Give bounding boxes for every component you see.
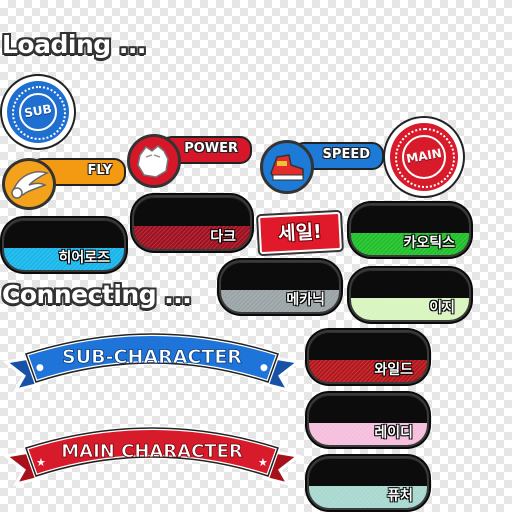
connecting-text: Connecting ... [2, 280, 192, 309]
type-wild-label: 와일드 [374, 362, 413, 378]
type-heroes-label: 히어로즈 [58, 250, 110, 266]
tag-fly-label: FLY [87, 163, 112, 178]
tag-speed-label: SPEED [322, 147, 370, 162]
type-mechanic-pill[interactable]: 메카닉 [219, 260, 341, 314]
type-future-pill[interactable]: 퓨처 [307, 456, 429, 510]
sub-character-banner: ● ● SUB-CHARACTER [2, 332, 302, 393]
main-character-banner: ★ ★ MAIN CHARACTER [2, 426, 302, 487]
type-heroes-pill[interactable]: 히어로즈 [2, 218, 126, 272]
svg-text:★: ★ [258, 456, 268, 469]
type-dark-pill[interactable]: 다크 [132, 195, 252, 251]
main-emblem: MAIN [385, 118, 463, 196]
type-chaotix-pill[interactable]: 카오틱스 [349, 203, 471, 257]
fist-icon [127, 134, 181, 188]
type-mechanic-label: 메카닉 [286, 292, 325, 308]
svg-text:●: ● [260, 363, 268, 373]
sale-badge-label: 세일! [277, 220, 323, 246]
svg-text:★: ★ [36, 456, 46, 469]
type-wild-pill[interactable]: 와일드 [307, 330, 429, 384]
shoe-icon [260, 140, 314, 194]
loading-text: Loading ... [2, 30, 146, 59]
type-lady-pill[interactable]: 레이디 [307, 393, 429, 447]
wing-icon [2, 158, 56, 210]
main-character-banner-label: MAIN CHARACTER [61, 441, 243, 462]
type-easy-pill[interactable]: 이지 [349, 268, 471, 322]
type-chaotix-label: 카오틱스 [403, 235, 455, 251]
type-easy-label: 이지 [429, 300, 455, 316]
type-future-label: 퓨처 [387, 488, 413, 504]
tag-power-label: POWER [184, 141, 238, 156]
type-dark-label: 다크 [210, 229, 236, 245]
svg-text:●: ● [36, 363, 44, 373]
sub-character-banner-label: SUB-CHARACTER [62, 346, 242, 368]
sale-badge: 세일! [258, 211, 342, 255]
sub-emblem: SUB [2, 76, 74, 148]
type-lady-label: 레이디 [374, 425, 413, 441]
